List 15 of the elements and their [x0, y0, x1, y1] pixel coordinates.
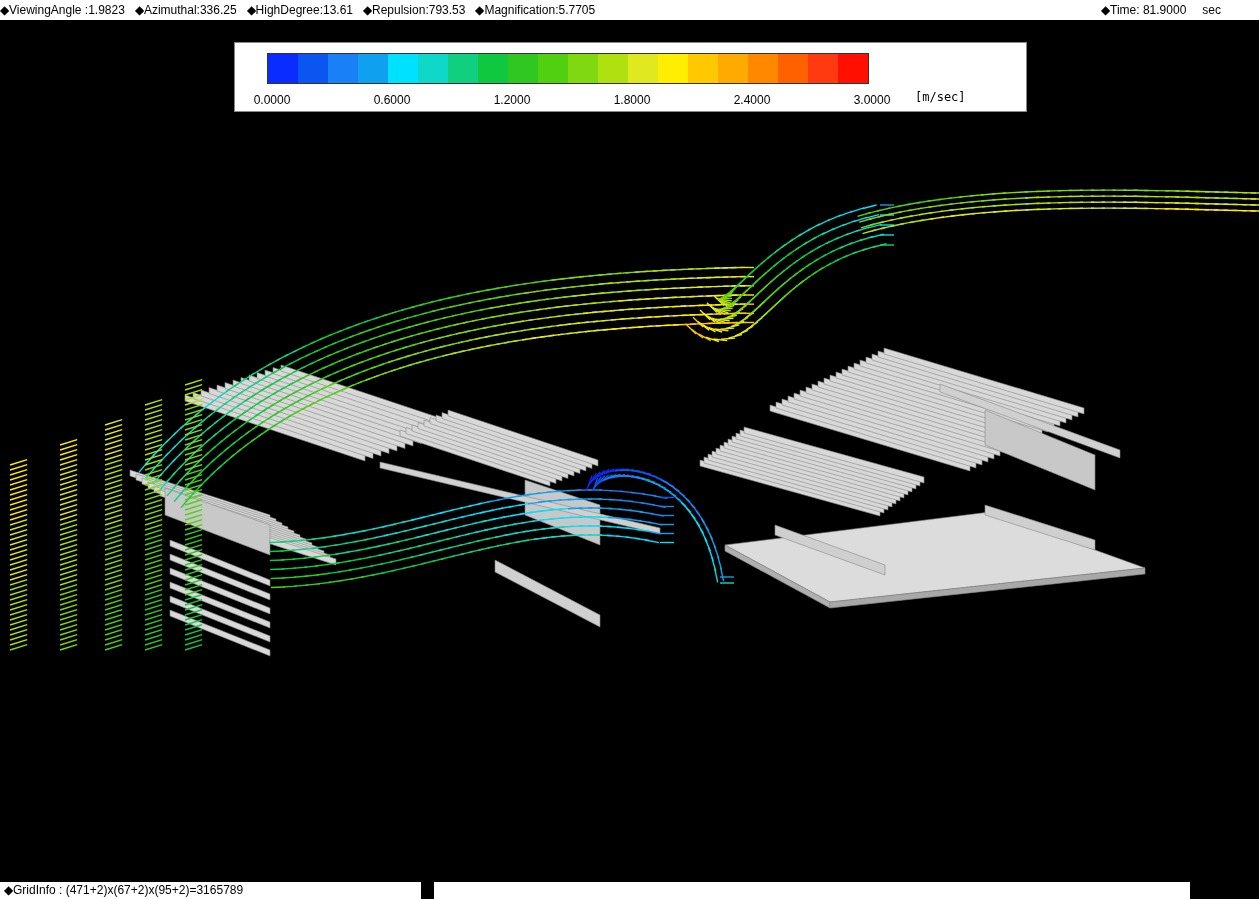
status-readout: ◆Magnification:5.7705: [475, 3, 596, 17]
time-unit: sec: [1202, 3, 1221, 17]
status-readout: ◆ViewingAngle :1.9823: [0, 3, 125, 17]
scale-tick-label: 0.0000: [253, 93, 291, 107]
unit-label: [m/sec]: [915, 90, 966, 104]
scale-tick-label: 0.6000: [373, 93, 411, 107]
scale-tick-label: 3.0000: [853, 93, 891, 107]
scale-tick-label: 1.2000: [493, 93, 531, 107]
status-readout: ◆Repulsion:793.53: [363, 3, 466, 17]
scale-tick-label: 2.4000: [733, 93, 771, 107]
grid-info-field: ◆GridInfo : (471+2)x(67+2)x(95+2)=3165789: [0, 882, 421, 899]
status-readout: ◆HighDegree:13.61: [246, 3, 353, 17]
status-readout: ◆Azimuthal:336.25: [134, 3, 237, 17]
time-readout: ◆Time: 81.9000: [1101, 3, 1187, 17]
scale-tick-label: 1.8000: [613, 93, 651, 107]
